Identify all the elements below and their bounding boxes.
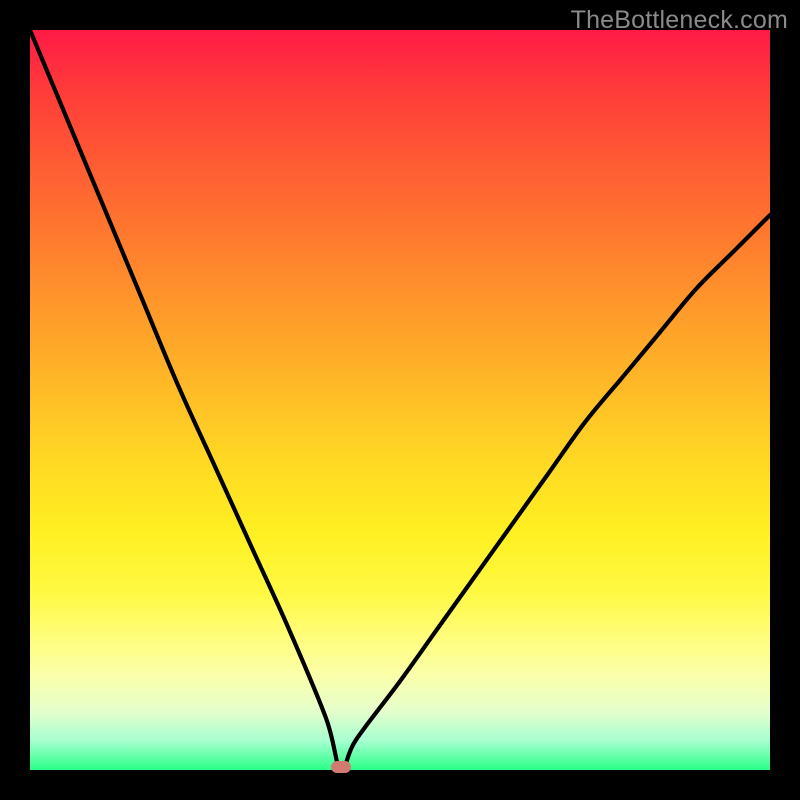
minimum-marker xyxy=(331,761,351,773)
plot-area xyxy=(30,30,770,770)
watermark-text: TheBottleneck.com xyxy=(571,6,788,35)
bottleneck-curve xyxy=(30,30,770,770)
chart-frame: TheBottleneck.com xyxy=(0,0,800,800)
